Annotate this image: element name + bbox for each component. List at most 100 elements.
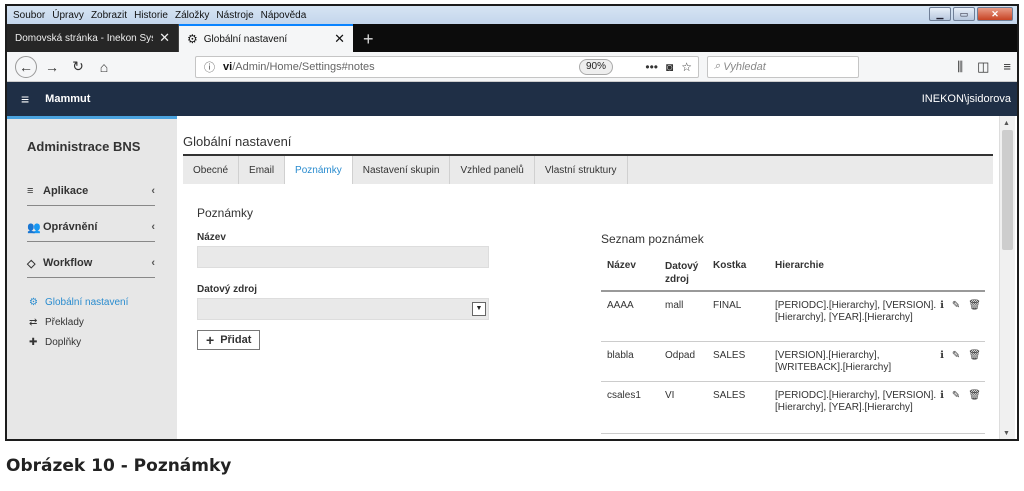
tab-vzhled-panelu[interactable]: Vzhled panelů bbox=[450, 156, 535, 184]
figure-caption: Obrázek 10 - Poznámky bbox=[6, 456, 232, 476]
tab-vlastni-struktury[interactable]: Vlastní struktury bbox=[535, 156, 628, 184]
hamburger-menu-icon[interactable]: ≡ bbox=[1003, 59, 1011, 75]
table-row: csales1 VI SALES [PERIODC].[Hierarchy], … bbox=[601, 382, 985, 434]
cell-hierarchy: [PERIODC].[Hierarchy], [VERSION].[Hierar… bbox=[775, 300, 937, 323]
settings-tabs: Obecné Email Poznámky Nastavení skupin V… bbox=[183, 154, 993, 184]
cell-hierarchy: [PERIODC].[Hierarchy], [VERSION].[Hierar… bbox=[775, 390, 937, 413]
browser-tab-title: Globální nastavení bbox=[203, 33, 288, 45]
menu-zalozky[interactable]: Záložky bbox=[175, 10, 209, 21]
sidebar-item-opravneni[interactable]: 👥 Oprávnění ‹ bbox=[27, 219, 155, 235]
header-nazev: Název bbox=[607, 260, 636, 271]
tab-email[interactable]: Email bbox=[239, 156, 286, 184]
reload-icon[interactable]: ↻ bbox=[67, 56, 89, 78]
info-icon[interactable]: ⓘ bbox=[204, 59, 215, 75]
source-select[interactable]: ▼ bbox=[197, 298, 489, 320]
zoom-level[interactable]: 90% bbox=[578, 58, 613, 75]
source-label: Datový zdroj bbox=[197, 284, 258, 295]
info-icon[interactable]: ℹ bbox=[940, 300, 944, 311]
page-scrollbar[interactable]: ▲ ▼ bbox=[999, 116, 1015, 439]
url-path: /Admin/Home/Settings#notes bbox=[232, 60, 375, 73]
browser-tab-settings[interactable]: ⚙ Globální nastavení ✕ bbox=[179, 24, 353, 52]
sidebar-item-label: Workflow bbox=[43, 257, 93, 269]
cell-source: VI bbox=[665, 390, 675, 401]
sidebar-link-preklady[interactable]: ⇄ Překlady bbox=[29, 317, 84, 328]
app-menu-icon[interactable]: ≡ bbox=[21, 91, 29, 107]
menu-soubor[interactable]: Soubor bbox=[13, 10, 45, 21]
notes-table: Název Datový zdroj Kostka Hierarchie AAA… bbox=[601, 252, 985, 434]
browser-tab-home[interactable]: Domovská stránka - Inekon Systems ✕ bbox=[7, 24, 179, 52]
info-icon[interactable]: ℹ bbox=[940, 390, 944, 401]
maximize-button[interactable]: ▭ bbox=[953, 7, 975, 21]
puzzle-icon: ✚ bbox=[29, 337, 38, 348]
sidebar-toggle-icon[interactable]: ◫ bbox=[977, 59, 989, 75]
scrollbar-thumb[interactable] bbox=[1002, 130, 1013, 250]
url-actions: ••• ◙ ☆ bbox=[645, 60, 692, 74]
list-title: Seznam poznámek bbox=[601, 232, 704, 246]
menu-napoveda[interactable]: Nápověda bbox=[261, 10, 307, 21]
url-host: vi bbox=[223, 60, 233, 73]
scroll-down-icon[interactable]: ▼ bbox=[1003, 430, 1010, 437]
info-icon[interactable]: ℹ bbox=[940, 350, 944, 361]
form-title: Poznámky bbox=[197, 206, 254, 220]
search-input[interactable]: ⌕ Vyhledat bbox=[707, 55, 859, 78]
close-tab-icon[interactable]: ✕ bbox=[334, 31, 345, 47]
menu-nastroje[interactable]: Nástroje bbox=[216, 10, 253, 21]
users-icon: 👥 bbox=[27, 221, 41, 234]
sidebar-item-workflow[interactable]: ◇ Workflow ‹ bbox=[27, 255, 155, 271]
star-icon[interactable]: ☆ bbox=[681, 60, 692, 74]
more-icon[interactable]: ••• bbox=[645, 60, 658, 74]
library-icon[interactable]: ⫼ bbox=[957, 59, 963, 75]
trash-icon[interactable]: 🗑 bbox=[968, 390, 981, 401]
header-datovy-zdroj: Datový zdroj bbox=[665, 261, 699, 285]
tab-nastaveni-skupin[interactable]: Nastavení skupin bbox=[353, 156, 451, 184]
pocket-icon[interactable]: ◙ bbox=[666, 60, 673, 74]
tab-obecne[interactable]: Obecné bbox=[183, 156, 240, 184]
close-window-button[interactable]: ✕ bbox=[977, 7, 1013, 21]
sidebar-link-label: Doplňky bbox=[45, 337, 82, 348]
user-name[interactable]: INEKON\jsidorova bbox=[922, 93, 1011, 105]
add-button[interactable]: + Přidat bbox=[197, 330, 261, 350]
gear-icon: ⚙ bbox=[187, 32, 198, 46]
app-brand[interactable]: Mammut bbox=[45, 93, 90, 105]
trash-icon[interactable]: 🗑 bbox=[968, 300, 981, 311]
trash-icon[interactable]: 🗑 bbox=[968, 350, 981, 361]
close-tab-icon[interactable]: ✕ bbox=[159, 30, 170, 46]
menu-historie[interactable]: Historie bbox=[134, 10, 168, 21]
menu-upravy[interactable]: Úpravy bbox=[52, 10, 84, 21]
header-kostka: Kostka bbox=[713, 260, 747, 271]
scroll-up-icon[interactable]: ▲ bbox=[1003, 120, 1010, 127]
table-header: Název Datový zdroj Kostka Hierarchie bbox=[601, 252, 985, 292]
dropdown-arrow-icon[interactable]: ▼ bbox=[472, 302, 486, 316]
forward-icon[interactable]: → bbox=[41, 56, 63, 78]
divider bbox=[27, 205, 155, 206]
sidebar-link-doplnky[interactable]: ✚ Doplňky bbox=[29, 337, 81, 348]
cell-source: mall bbox=[665, 300, 684, 311]
chevron-left-icon: ‹ bbox=[151, 221, 155, 233]
sidebar-item-aplikace[interactable]: ≡ Aplikace ‹ bbox=[27, 183, 155, 199]
add-button-label: Přidat bbox=[220, 334, 252, 346]
sidebar-item-label: Aplikace bbox=[43, 185, 89, 197]
sidebar-link-globalni-nastaveni[interactable]: ⚙ Globální nastavení bbox=[29, 297, 128, 308]
name-input[interactable] bbox=[197, 246, 489, 268]
menu-zobrazit[interactable]: Zobrazit bbox=[91, 10, 127, 21]
new-tab-icon[interactable]: + bbox=[363, 26, 374, 52]
edit-icon[interactable]: ✎ bbox=[952, 390, 960, 401]
edit-icon[interactable]: ✎ bbox=[952, 300, 960, 311]
row-actions: ℹ ✎ 🗑 bbox=[940, 390, 981, 401]
back-icon[interactable]: ← bbox=[15, 55, 37, 78]
page-title: Globální nastavení bbox=[183, 134, 292, 149]
minimize-button[interactable]: ▁ bbox=[929, 7, 951, 21]
sidebar-link-label: Překlady bbox=[45, 317, 84, 328]
edit-icon[interactable]: ✎ bbox=[952, 350, 960, 361]
browser-tab-title: Domovská stránka - Inekon Systems bbox=[15, 32, 153, 44]
home-icon[interactable]: ⌂ bbox=[93, 56, 115, 78]
window-controls: ▁ ▭ ✕ bbox=[929, 7, 1013, 21]
cell-cube: FINAL bbox=[713, 300, 742, 311]
plus-icon: + bbox=[206, 332, 215, 348]
browser-tab-strip: Domovská stránka - Inekon Systems ✕ ⚙ Gl… bbox=[7, 24, 1017, 52]
row-actions: ℹ ✎ 🗑 bbox=[940, 300, 981, 311]
tab-poznamky[interactable]: Poznámky bbox=[285, 156, 353, 184]
sidebar-link-label: Globální nastavení bbox=[45, 297, 129, 308]
url-bar[interactable]: ⓘ vi/Admin/Home/Settings#notes 90% ••• ◙… bbox=[195, 55, 699, 78]
cell-name: csales1 bbox=[607, 390, 641, 401]
